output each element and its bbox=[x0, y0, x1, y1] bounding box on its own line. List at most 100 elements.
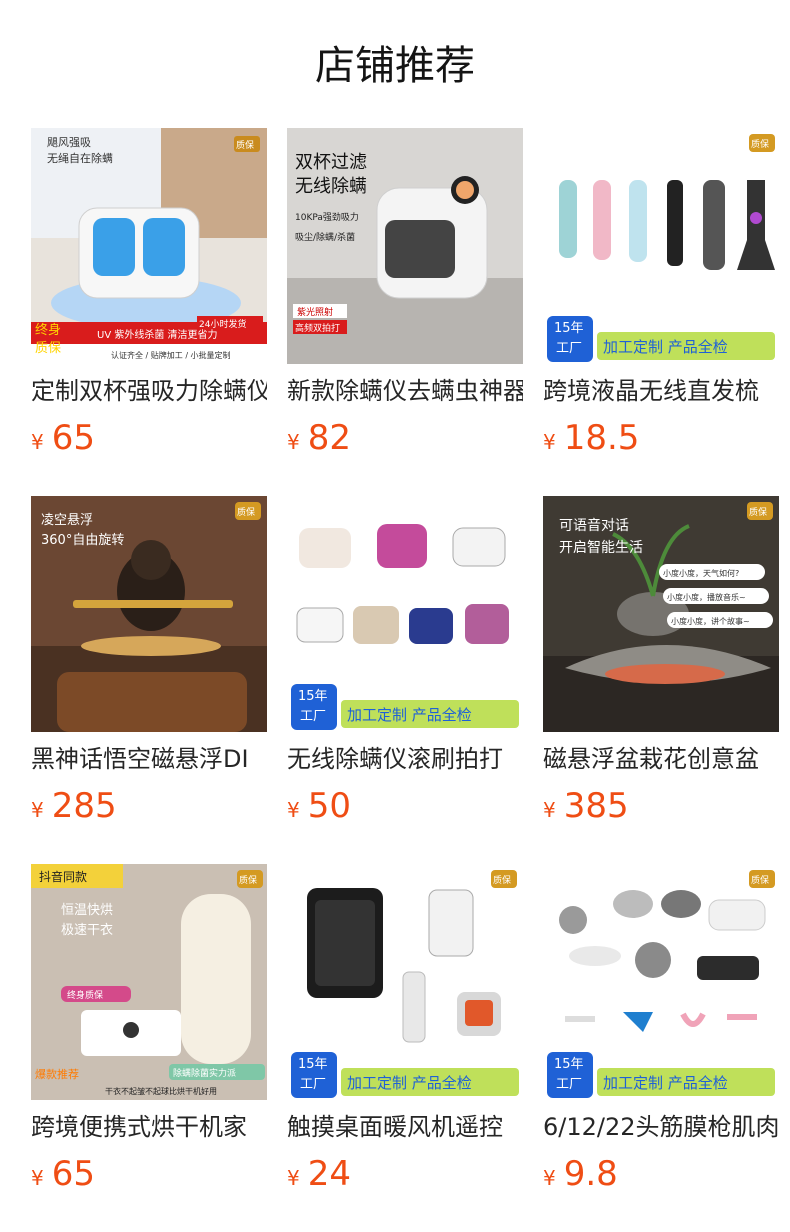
badge-years: 15年 bbox=[298, 1057, 328, 1072]
badge-factory: 工厂 bbox=[556, 341, 582, 356]
image-text: 无线除螨 bbox=[295, 176, 367, 197]
levitating-figure-image: 凌空悬浮 360°自由旋转 质保 bbox=[31, 496, 267, 732]
product-card[interactable]: 飓风强吸 无绳自在除螨 24小时发货 终身 质保 UV 紫外线杀菌 清洁更省力 … bbox=[31, 128, 267, 468]
product-name[interactable]: 跨境便携式烘干机家 bbox=[31, 1110, 267, 1144]
image-text: 可语音对话 bbox=[559, 517, 629, 534]
badge-years: 15年 bbox=[554, 1057, 584, 1072]
heater-image: 质保 15年 工厂 加工定制 产品全检 bbox=[287, 864, 523, 1100]
badge-years: 15年 bbox=[298, 689, 328, 704]
product-card[interactable]: 质保 15年 工厂 加工定制 产品全检 6/12/22头筋膜枪肌肉 ¥9.8 bbox=[543, 864, 779, 1204]
product-image[interactable]: 双杯过滤 无线除螨 10KPa强劲吸力 吸尘/除螨/杀菌 紫光照射 高频双拍打 bbox=[287, 128, 523, 364]
price-value: 18.5 bbox=[563, 418, 640, 458]
product-price: ¥65 bbox=[31, 418, 95, 464]
product-price: ¥385 bbox=[543, 786, 629, 832]
badge-label: 加工定制 产品全检 bbox=[347, 1074, 472, 1092]
image-text: 小度小度，播放音乐~ bbox=[667, 592, 746, 602]
product-price: ¥50 bbox=[287, 786, 351, 832]
clothes-dryer-image: 抖音同款 恒温快烘 极速干衣 终身质保 除螨除菌实力派 爆款推荐 干衣不起皱不起… bbox=[31, 864, 267, 1100]
image-text: 小度小度，讲个故事~ bbox=[671, 616, 750, 626]
product-price: ¥18.5 bbox=[543, 418, 639, 464]
image-text: 爆款推荐 bbox=[35, 1067, 79, 1081]
product-image[interactable]: 15年 工厂 加工定制 产品全检 bbox=[287, 496, 523, 732]
image-text: 紫光照射 bbox=[297, 306, 333, 318]
mite-remover-set-image: 15年 工厂 加工定制 产品全检 bbox=[287, 496, 523, 732]
price-value: 385 bbox=[563, 786, 629, 826]
currency-symbol: ¥ bbox=[287, 798, 300, 822]
mite-remover-image: 双杯过滤 无线除螨 10KPa强劲吸力 吸尘/除螨/杀菌 紫光照射 高频双拍打 bbox=[287, 128, 523, 364]
price-value: 65 bbox=[51, 418, 95, 458]
product-image[interactable]: 抖音同款 恒温快烘 极速干衣 终身质保 除螨除菌实力派 爆款推荐 干衣不起皱不起… bbox=[31, 864, 267, 1100]
image-text: 24小时发货 bbox=[199, 318, 246, 330]
product-card[interactable]: 质保 15年 工厂 加工定制 产品全检 触摸桌面暖风机遥控 ¥24 bbox=[287, 864, 523, 1204]
image-text: 终身 bbox=[35, 322, 61, 338]
price-value: 9.8 bbox=[563, 1154, 618, 1194]
product-name[interactable]: 新款除螨仪去螨虫神器 bbox=[287, 374, 523, 408]
currency-symbol: ¥ bbox=[287, 430, 300, 454]
warranty-text: 质保 bbox=[493, 874, 511, 886]
product-card[interactable]: 抖音同款 恒温快烘 极速干衣 终身质保 除螨除菌实力派 爆款推荐 干衣不起皱不起… bbox=[31, 864, 267, 1204]
hair-straightener-image: 质保 15年 工厂 加工定制 产品全检 bbox=[543, 128, 779, 364]
product-name[interactable]: 黑神话悟空磁悬浮DI bbox=[31, 742, 267, 776]
warranty-text: 质保 bbox=[237, 506, 255, 518]
product-card[interactable]: 双杯过滤 无线除螨 10KPa强劲吸力 吸尘/除螨/杀菌 紫光照射 高频双拍打 … bbox=[287, 128, 523, 468]
badge-label: 加工定制 产品全检 bbox=[347, 706, 472, 724]
warranty-text: 质保 bbox=[751, 138, 769, 150]
badge-factory: 工厂 bbox=[300, 1077, 326, 1092]
currency-symbol: ¥ bbox=[543, 1166, 556, 1190]
product-price: ¥82 bbox=[287, 418, 351, 464]
price-value: 82 bbox=[307, 418, 351, 458]
product-card[interactable]: 可语音对话 开启智能生活 小度小度，天气如何? 小度小度，播放音乐~ 小度小度，… bbox=[543, 496, 779, 836]
price-value: 65 bbox=[51, 1154, 95, 1194]
product-price: ¥24 bbox=[287, 1154, 351, 1200]
product-image[interactable]: 质保 15年 工厂 加工定制 产品全检 bbox=[287, 864, 523, 1100]
badge-factory: 工厂 bbox=[300, 709, 326, 724]
product-name[interactable]: 磁悬浮盆栽花创意盆 bbox=[543, 742, 779, 776]
image-text: 飓风强吸 bbox=[47, 136, 91, 149]
product-name[interactable]: 定制双杯强吸力除螨仪 bbox=[31, 374, 267, 408]
currency-symbol: ¥ bbox=[31, 798, 44, 822]
product-name[interactable]: 跨境液晶无线直发梳 bbox=[543, 374, 779, 408]
mite-remover-image: 飓风强吸 无绳自在除螨 24小时发货 终身 质保 UV 紫外线杀菌 清洁更省力 … bbox=[31, 128, 267, 364]
product-image[interactable]: 飓风强吸 无绳自在除螨 24小时发货 终身 质保 UV 紫外线杀菌 清洁更省力 … bbox=[31, 128, 267, 364]
currency-symbol: ¥ bbox=[31, 1166, 44, 1190]
product-image[interactable]: 质保 15年 工厂 加工定制 产品全检 bbox=[543, 128, 779, 364]
currency-symbol: ¥ bbox=[31, 430, 44, 454]
price-value: 50 bbox=[307, 786, 351, 826]
product-card[interactable]: 凌空悬浮 360°自由旋转 质保 黑神话悟空磁悬浮DI ¥285 bbox=[31, 496, 267, 836]
page-title: 店铺推荐 bbox=[315, 43, 475, 89]
product-image[interactable]: 凌空悬浮 360°自由旋转 质保 bbox=[31, 496, 267, 732]
image-text: 认证齐全 / 贴牌加工 / 小批量定制 bbox=[111, 350, 231, 360]
levitating-plant-image: 可语音对话 开启智能生活 小度小度，天气如何? 小度小度，播放音乐~ 小度小度，… bbox=[543, 496, 779, 732]
image-text: 双杯过滤 bbox=[295, 152, 367, 173]
currency-symbol: ¥ bbox=[543, 798, 556, 822]
image-text: UV 紫外线杀菌 清洁更省力 bbox=[97, 328, 218, 341]
massage-gun-heads-image: 质保 15年 工厂 加工定制 产品全检 bbox=[543, 864, 779, 1100]
product-name[interactable]: 6/12/22头筋膜枪肌肉 bbox=[543, 1110, 779, 1144]
currency-symbol: ¥ bbox=[543, 430, 556, 454]
image-text: 极速干衣 bbox=[61, 922, 113, 938]
product-image[interactable]: 质保 15年 工厂 加工定制 产品全检 bbox=[543, 864, 779, 1100]
badge-label: 加工定制 产品全检 bbox=[603, 338, 728, 356]
product-card[interactable]: 质保 15年 工厂 加工定制 产品全检 跨境液晶无线直发梳 ¥18.5 bbox=[543, 128, 779, 468]
warranty-text: 质保 bbox=[749, 506, 767, 518]
product-card[interactable]: 15年 工厂 加工定制 产品全检 无线除螨仪滚刷拍打 ¥50 bbox=[287, 496, 523, 836]
warranty-text: 质保 bbox=[751, 874, 769, 886]
warranty-text: 质保 bbox=[239, 874, 257, 886]
image-text: 抖音同款 bbox=[39, 869, 87, 884]
warranty-text: 质保 bbox=[236, 139, 254, 151]
product-image[interactable]: 可语音对话 开启智能生活 小度小度，天气如何? 小度小度，播放音乐~ 小度小度，… bbox=[543, 496, 779, 732]
image-text: 无绳自在除螨 bbox=[47, 151, 113, 165]
currency-symbol: ¥ bbox=[287, 1166, 300, 1190]
product-price: ¥285 bbox=[31, 786, 117, 832]
price-value: 285 bbox=[51, 786, 117, 826]
badge-label: 加工定制 产品全检 bbox=[603, 1074, 728, 1092]
image-text: 吸尘/除螨/杀菌 bbox=[295, 231, 355, 243]
image-text: 干衣不起皱不起球比烘干机好用 bbox=[105, 1086, 217, 1096]
image-text: 开启智能生活 bbox=[559, 540, 643, 556]
image-text: 360°自由旋转 bbox=[41, 533, 124, 548]
product-name[interactable]: 无线除螨仪滚刷拍打 bbox=[287, 742, 523, 776]
image-text: 凌空悬浮 bbox=[41, 513, 93, 528]
product-name[interactable]: 触摸桌面暖风机遥控 bbox=[287, 1110, 523, 1144]
badge-years: 15年 bbox=[554, 321, 584, 336]
badge-factory: 工厂 bbox=[556, 1077, 582, 1092]
